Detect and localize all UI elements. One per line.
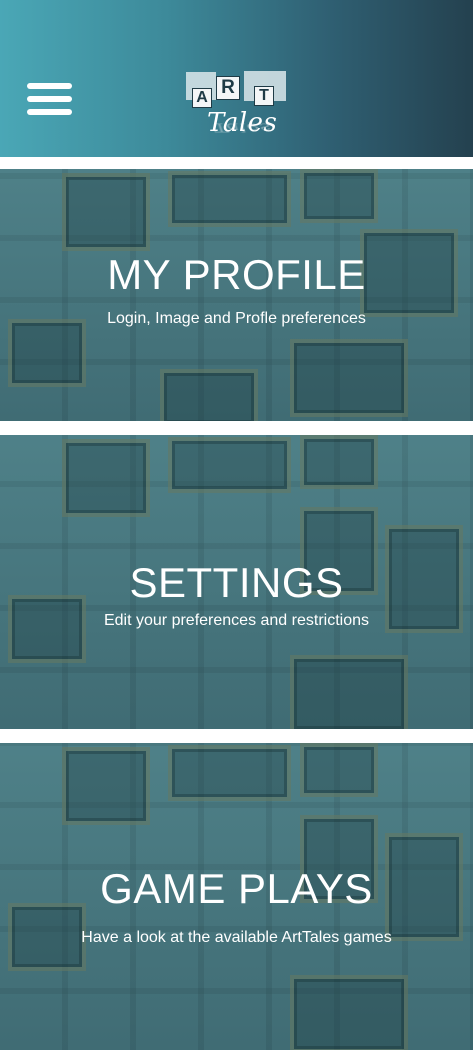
painting-frame <box>62 747 150 825</box>
card-subtitle: Login, Image and Profle preferences <box>107 310 366 327</box>
painting-frame <box>300 169 378 223</box>
painting-frame <box>168 745 291 801</box>
my-profile-card[interactable]: MY PROFILE Login, Image and Profle prefe… <box>0 169 473 421</box>
painting-frame <box>160 369 258 421</box>
logo-letter-t: T <box>254 86 274 106</box>
painting-frame <box>62 439 150 517</box>
card-title: SETTINGS <box>129 559 344 606</box>
card-title: GAME PLAYS <box>100 865 373 912</box>
painting-frame <box>62 173 150 251</box>
painting-frame <box>290 975 408 1050</box>
painting-frame <box>168 171 291 227</box>
card-title: MY PROFILE <box>107 251 366 298</box>
hamburger-menu-icon[interactable] <box>27 83 72 117</box>
app-header: A R T Tales Tales <box>0 0 473 157</box>
painting-frame <box>290 339 408 417</box>
menu-bar <box>27 83 72 89</box>
settings-card[interactable]: SETTINGS Edit your preferences and restr… <box>0 435 473 729</box>
painting-frame <box>290 655 408 729</box>
menu-bar <box>27 96 72 102</box>
game-plays-card[interactable]: GAME PLAYS Have a look at the available … <box>0 743 473 1050</box>
card-subtitle: Have a look at the available ArtTales ga… <box>81 929 392 946</box>
painting-frame <box>300 743 378 797</box>
painting-frame <box>168 437 291 493</box>
painting-frame <box>300 435 378 489</box>
logo-reflection: Tales <box>213 120 271 134</box>
logo-letter-r: R <box>216 76 240 100</box>
menu-bar <box>27 109 72 115</box>
logo-letter-a: A <box>192 88 212 108</box>
card-subtitle: Edit your preferences and restrictions <box>103 612 369 629</box>
painting-frame <box>8 319 86 387</box>
arttales-logo[interactable]: A R T Tales Tales <box>184 68 290 156</box>
